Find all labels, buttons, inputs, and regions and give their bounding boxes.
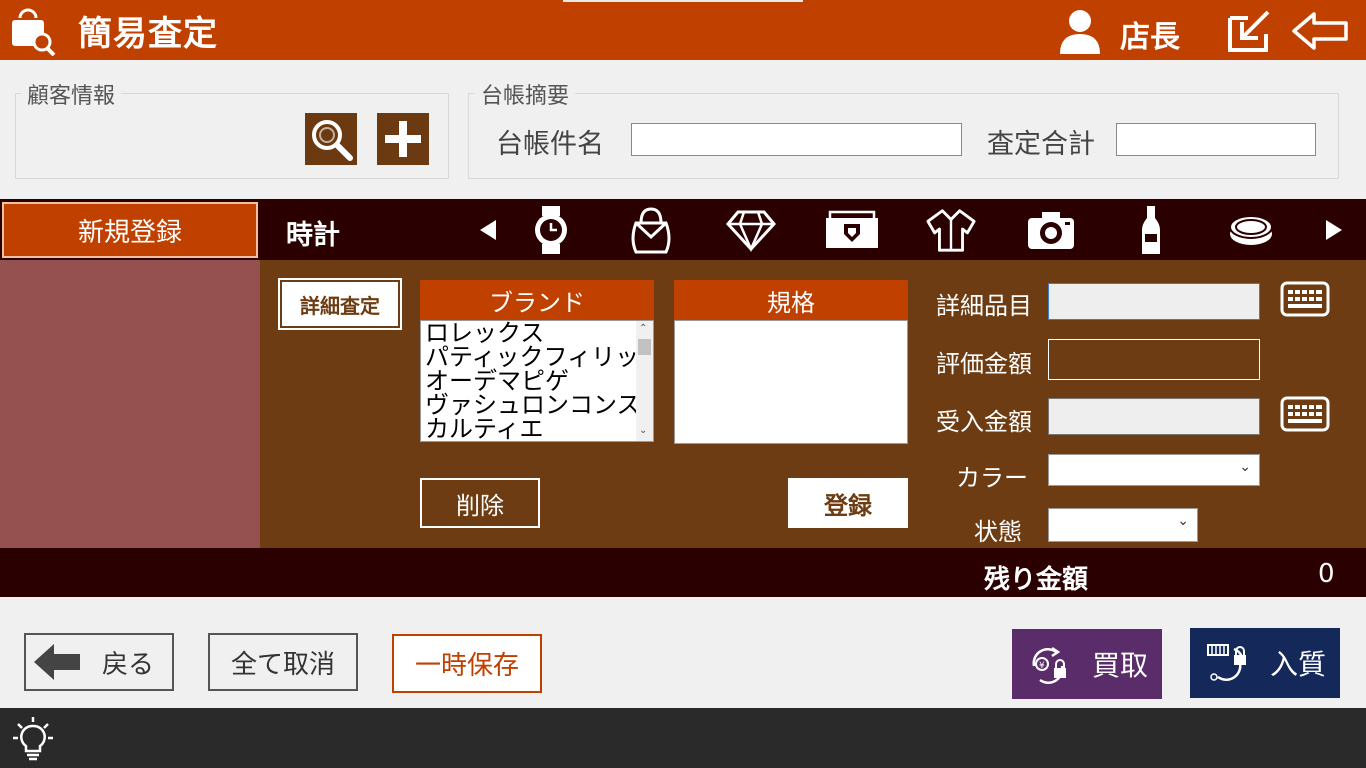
keyboard-icon[interactable]	[1280, 396, 1330, 432]
brand-scrollbar[interactable]: ⌃ ⌄	[636, 321, 653, 441]
item-list-pane	[0, 260, 260, 548]
app-header: 簡易査定 店長	[0, 0, 1366, 60]
chevron-down-icon: ⌄	[1177, 513, 1189, 529]
ledger-name-label: 台帳件名	[496, 129, 604, 160]
received-amount-label: 受入金額	[936, 408, 1032, 436]
footer-bar	[0, 708, 1366, 768]
condition-label: 状態	[974, 518, 1022, 546]
back-arrow-icon[interactable]	[1290, 10, 1350, 52]
user-name: 店長	[1120, 20, 1180, 55]
category-prev-icon[interactable]	[476, 218, 500, 246]
brand-list-item[interactable]: ヴァシュロンコンスタンタン	[421, 393, 653, 417]
customer-add-button[interactable]	[377, 113, 429, 165]
ledger-legend: 台帳摘要	[475, 78, 576, 110]
brand-list-item[interactable]: パティックフィリップ	[421, 345, 653, 369]
scroll-up-icon[interactable]: ⌃	[639, 323, 647, 334]
brand-listbox[interactable]: ロレックスパティックフィリップオーデマピゲヴァシュロンコンスタンタンカルティエ …	[420, 320, 654, 442]
purchase-exchange-icon: ¥	[1032, 646, 1066, 684]
remaining-amount-value: 0	[1318, 559, 1335, 589]
lightbulb-icon[interactable]	[12, 716, 54, 762]
bottle-icon[interactable]	[1126, 205, 1176, 255]
user-icon	[1058, 8, 1102, 54]
handbag-icon[interactable]	[626, 205, 676, 255]
purchase-button[interactable]: ¥ 買取	[1012, 629, 1162, 699]
detail-item-label: 詳細品目	[936, 292, 1032, 320]
top-indicator	[563, 0, 803, 2]
keyboard-icon[interactable]	[1280, 281, 1330, 317]
page-title: 簡易査定	[78, 14, 218, 54]
pawn-exchange-icon	[1206, 644, 1246, 681]
scroll-thumb[interactable]	[638, 339, 651, 355]
search-icon	[312, 120, 353, 161]
back-label: 戻る	[102, 649, 155, 680]
purchase-label: 買取	[1091, 649, 1148, 682]
pawn-button[interactable]: 入質	[1190, 628, 1340, 698]
minimize-icon[interactable]	[1226, 8, 1274, 54]
detail-appraisal-button[interactable]: 詳細査定	[278, 278, 402, 330]
arrow-left-icon	[34, 644, 80, 680]
appraisal-total-label: 査定合計	[987, 129, 1095, 160]
chevron-down-icon: ⌄	[1239, 459, 1251, 475]
brand-header: ブランド	[420, 280, 654, 320]
spec-listbox[interactable]	[674, 320, 908, 444]
pawn-label: 入質	[1269, 648, 1326, 681]
shirt-icon[interactable]	[926, 205, 976, 255]
customer-legend: 顧客情報	[21, 78, 122, 110]
cancel-all-button[interactable]: 全て取消	[208, 633, 358, 691]
evaluation-amount-input[interactable]	[1048, 339, 1260, 380]
camera-icon[interactable]	[1026, 205, 1076, 255]
ledger-name-input[interactable]	[631, 123, 962, 156]
evaluation-amount-label: 評価金額	[936, 350, 1032, 378]
category-next-icon[interactable]	[1322, 218, 1346, 246]
diamond-icon[interactable]	[726, 205, 776, 255]
svg-text:¥: ¥	[1039, 661, 1045, 671]
new-registration-button[interactable]: 新規登録	[2, 202, 258, 258]
color-label: カラー	[956, 464, 1028, 492]
detail-item-input[interactable]	[1048, 283, 1260, 320]
back-button[interactable]: 戻る	[24, 633, 174, 691]
plus-icon	[385, 121, 421, 157]
remaining-bar	[0, 548, 1366, 597]
condition-select[interactable]: ⌄	[1048, 508, 1198, 542]
appraisal-bag-icon	[8, 6, 58, 57]
color-select[interactable]: ⌄	[1048, 454, 1260, 486]
watch-icon[interactable]	[526, 205, 576, 255]
received-amount-input[interactable]	[1048, 398, 1260, 435]
customer-search-button[interactable]	[305, 113, 357, 165]
wallet-icon[interactable]	[824, 205, 880, 255]
appraisal-total-input[interactable]	[1116, 123, 1316, 156]
register-button[interactable]: 登録	[788, 478, 908, 528]
brand-list-item[interactable]: ロレックス	[421, 321, 637, 345]
scroll-down-icon[interactable]: ⌄	[639, 425, 647, 436]
brand-list: ロレックスパティックフィリップオーデマピゲヴァシュロンコンスタンタンカルティエ	[421, 321, 653, 441]
remaining-amount-label: 残り金額	[984, 565, 1089, 595]
current-category: 時計	[286, 220, 340, 251]
brand-list-item[interactable]: カルティエ	[421, 417, 637, 441]
delete-button[interactable]: 削除	[420, 478, 540, 528]
temporary-save-button[interactable]: 一時保存	[392, 634, 542, 693]
brand-list-item[interactable]: オーデマピゲ	[421, 369, 637, 393]
coin-icon[interactable]	[1226, 205, 1276, 255]
spec-header: 規格	[674, 280, 908, 320]
